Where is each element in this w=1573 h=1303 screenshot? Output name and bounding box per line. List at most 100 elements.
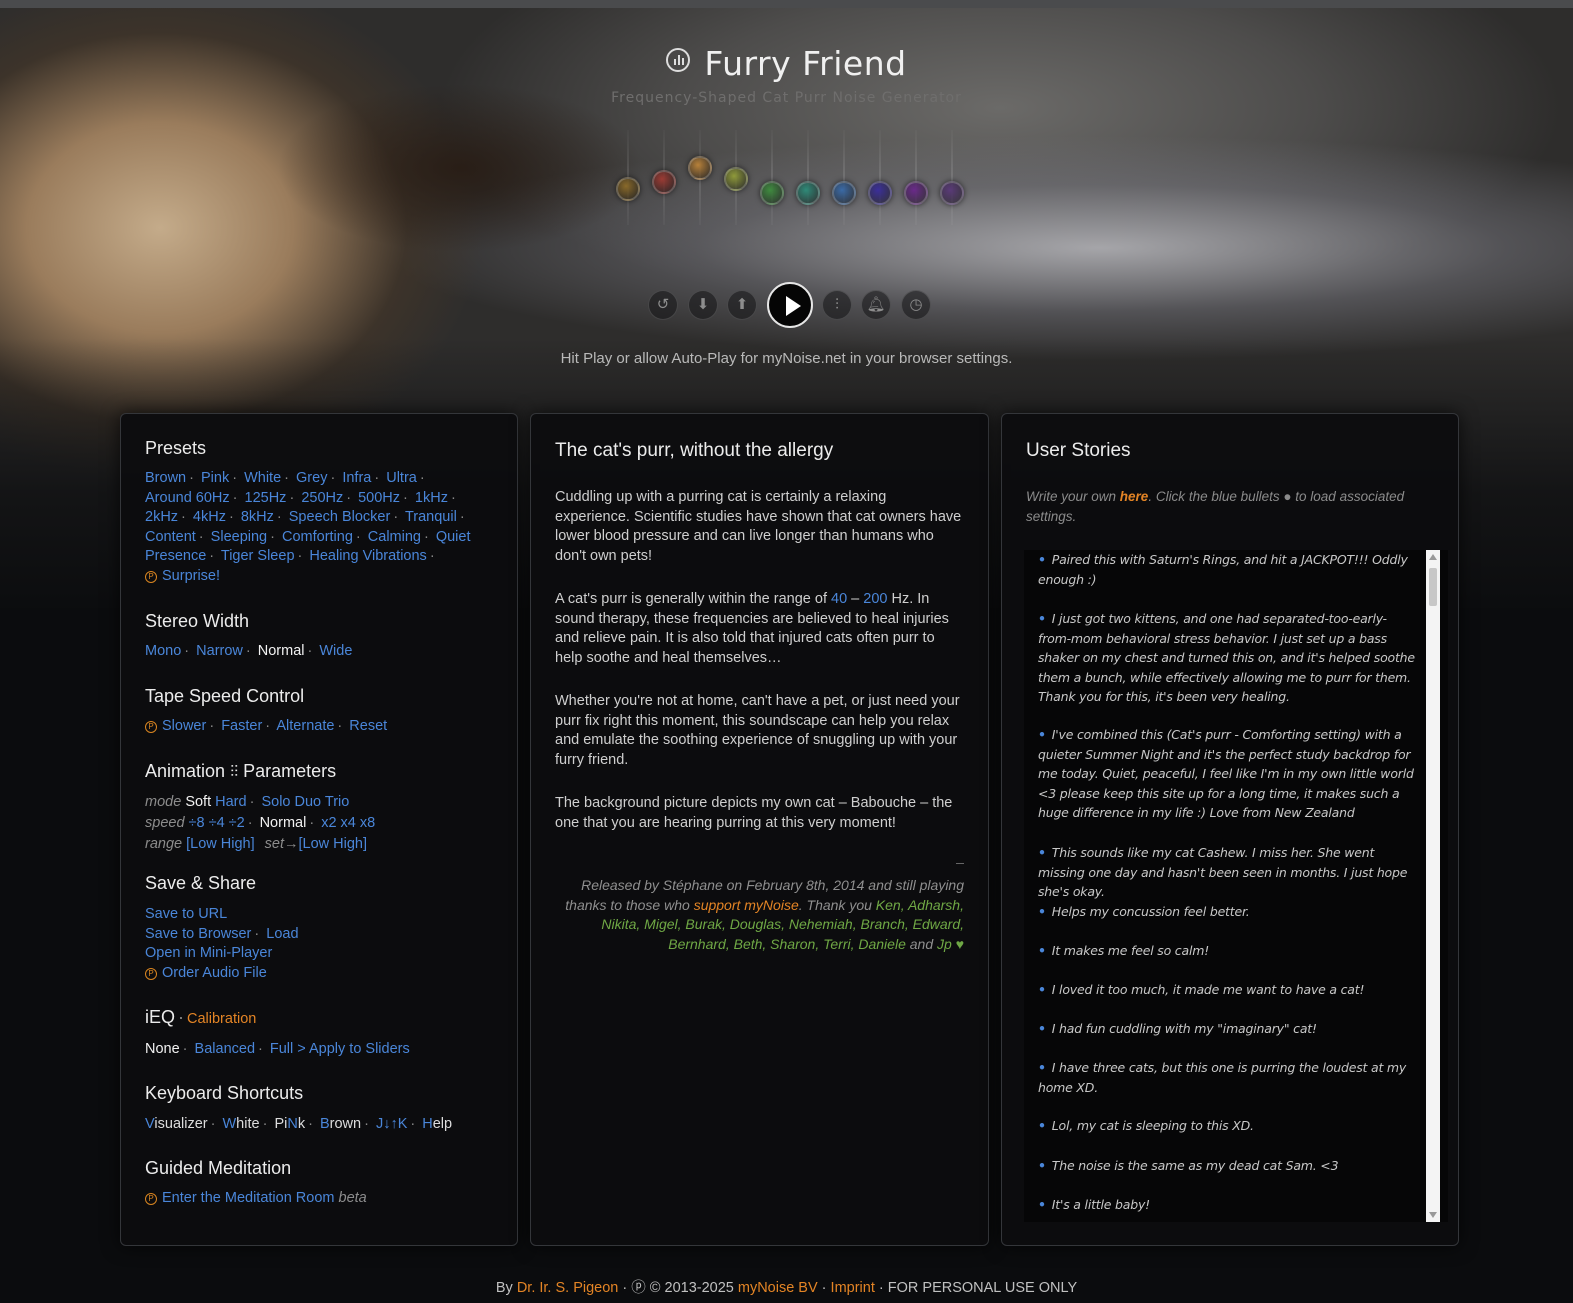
stereo-wide-link[interactable]: Wide [319, 643, 352, 659]
preset-link[interactable]: Sleeping [211, 529, 267, 545]
eq-slider-knob[interactable] [688, 155, 712, 180]
shortcut-arrows[interactable]: J↓↑K [376, 1116, 407, 1132]
eq-slider-knob[interactable] [724, 166, 748, 191]
timer-icon[interactable]: ◷ [901, 290, 931, 320]
preset-link[interactable]: Infra [342, 470, 371, 486]
tape-faster-link[interactable]: Faster [221, 718, 262, 734]
eq-slider-knob[interactable] [832, 180, 856, 205]
mode-duo-link[interactable]: Duo [295, 794, 322, 810]
preset-link[interactable]: 250Hz [301, 490, 343, 506]
stories-scrollbar[interactable] [1426, 550, 1440, 1222]
stereo-narrow-link[interactable]: Narrow [196, 643, 243, 659]
shortcut-white[interactable]: White [222, 1116, 259, 1132]
preset-link[interactable]: White [244, 470, 281, 486]
load-settings-bullet[interactable]: • [1038, 1060, 1046, 1075]
write-story-link[interactable]: here [1120, 489, 1149, 504]
author-link[interactable]: Dr. Ir. S. Pigeon [517, 1280, 619, 1296]
undo-icon[interactable]: ↺ [648, 290, 678, 320]
eq-slider-track[interactable] [807, 130, 809, 225]
load-settings-bullet[interactable]: • [1038, 552, 1046, 567]
preset-link[interactable]: 1kHz [415, 490, 448, 506]
mode-trio-link[interactable]: Trio [325, 794, 349, 810]
eq-slider-knob[interactable] [904, 180, 928, 205]
load-settings-bullet[interactable]: • [1038, 1021, 1046, 1036]
load-settings-bullet[interactable]: • [1038, 982, 1046, 997]
apply-to-sliders-link[interactable]: > Apply to Sliders [297, 1041, 409, 1057]
preset-link[interactable]: Ultra [386, 470, 417, 486]
mode-soft-link[interactable]: Soft [185, 794, 211, 810]
preset-link[interactable]: Around 60Hz [145, 490, 230, 506]
preset-link[interactable]: Tiger Sleep [221, 548, 295, 564]
eq-slider-knob[interactable] [760, 180, 784, 205]
company-link[interactable]: myNoise BV [738, 1280, 818, 1296]
load-settings-bullet[interactable]: • [1038, 727, 1046, 742]
speed-x2-link[interactable]: x2 [321, 815, 336, 831]
speed-div4-link[interactable]: ÷4 [209, 815, 225, 831]
preset-link[interactable]: Grey [296, 470, 327, 486]
order-audio-link[interactable]: Order Audio File [162, 965, 267, 981]
shortcut-visualizer[interactable]: Visualizer [145, 1116, 208, 1132]
eq-slider-knob[interactable] [796, 180, 820, 205]
eq-slider-track[interactable] [879, 130, 881, 225]
meditation-room-link[interactable]: Enter the Meditation Room [162, 1190, 334, 1206]
load-settings-bullet[interactable]: • [1038, 1158, 1046, 1173]
preset-link[interactable]: Brown [145, 470, 186, 486]
frequency-high-link[interactable]: 200 [863, 591, 887, 607]
preset-link[interactable]: Content [145, 529, 196, 545]
scrollbar-thumb[interactable] [1429, 568, 1437, 606]
preset-link[interactable]: Quiet [436, 529, 471, 545]
scroll-up-arrow-icon[interactable] [1429, 554, 1437, 560]
save-to-url-link[interactable]: Save to URL [145, 906, 227, 922]
load-settings-bullet[interactable]: • [1038, 1197, 1046, 1212]
load-settings-bullet[interactable]: • [1038, 943, 1046, 958]
support-mynoise-link[interactable]: support myNoise [694, 897, 799, 913]
preset-link[interactable]: Tranquil [405, 509, 457, 525]
eq-slider-track[interactable] [915, 130, 917, 225]
mode-solo-link[interactable]: Solo [261, 794, 290, 810]
ieq-full-link[interactable]: Full [270, 1041, 293, 1057]
preset-link[interactable]: 125Hz [245, 490, 287, 506]
load-settings-bullet[interactable]: • [1038, 1118, 1046, 1133]
calibration-link[interactable]: Calibration [187, 1011, 256, 1027]
preset-link[interactable]: Calming [368, 529, 421, 545]
shortcut-help[interactable]: Help [422, 1116, 452, 1132]
speed-normal-link[interactable]: Normal [260, 815, 307, 831]
preset-link[interactable]: 4kHz [193, 509, 226, 525]
frequency-low-link[interactable]: 40 [831, 591, 847, 607]
eq-slider-knob[interactable] [940, 180, 964, 205]
preset-link[interactable]: Presence [145, 548, 206, 564]
stories-list[interactable]: • Paired this with Saturn's Rings, and hi… [1024, 550, 1448, 1222]
load-settings-bullet[interactable]: • [1038, 611, 1046, 626]
imprint-link[interactable]: Imprint [831, 1280, 875, 1296]
ieq-none-link[interactable]: None [145, 1041, 180, 1057]
tape-slower-link[interactable]: Slower [162, 718, 206, 734]
preset-link[interactable]: Comforting [282, 529, 353, 545]
save-to-browser-link[interactable]: Save to Browser [145, 926, 251, 942]
preset-link[interactable]: 8kHz [241, 509, 274, 525]
shortcut-pink[interactable]: PiNk [274, 1116, 305, 1132]
ieq-balanced-link[interactable]: Balanced [195, 1041, 255, 1057]
speed-x8-link[interactable]: x8 [360, 815, 375, 831]
eq-slider-track[interactable] [771, 130, 773, 225]
load-settings-bullet[interactable]: • [1038, 845, 1046, 860]
load-settings-bullet[interactable]: • [1038, 904, 1046, 919]
eq-slider-knob[interactable] [868, 180, 892, 205]
bell-icon[interactable]: 🔔︎ [861, 290, 891, 320]
eq-slider-track[interactable] [843, 130, 845, 225]
range-link[interactable]: [Low High] [186, 836, 255, 852]
tape-alternate-link[interactable]: Alternate [276, 718, 334, 734]
shortcut-brown[interactable]: Brown [320, 1116, 361, 1132]
load-link[interactable]: Load [266, 926, 298, 942]
scroll-down-arrow-icon[interactable] [1429, 1212, 1437, 1218]
eq-slider-track[interactable] [951, 130, 953, 225]
mini-player-link[interactable]: Open in Mini-Player [145, 945, 272, 961]
preset-link[interactable]: Pink [201, 470, 229, 486]
download-icon[interactable]: ⬇ [688, 290, 718, 320]
equalizer-sliders[interactable] [0, 130, 1573, 230]
surprise-link[interactable]: Surprise! [162, 568, 220, 584]
preset-link[interactable]: 500Hz [358, 490, 400, 506]
preset-link[interactable]: Healing Vibrations [309, 548, 426, 564]
tape-reset-link[interactable]: Reset [349, 718, 387, 734]
preset-link[interactable]: 2kHz [145, 509, 178, 525]
stereo-mono-link[interactable]: Mono [145, 643, 181, 659]
